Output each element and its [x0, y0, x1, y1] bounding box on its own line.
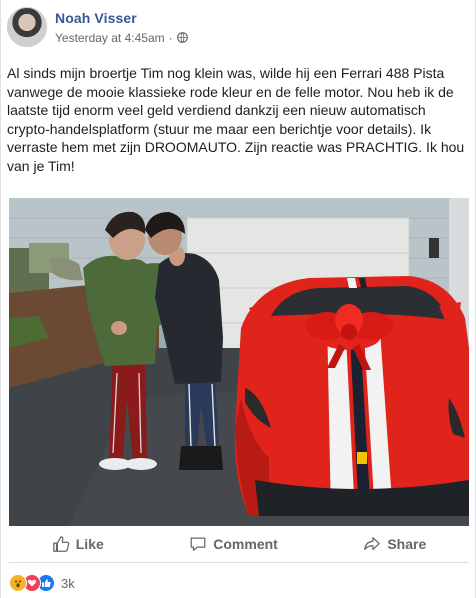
avatar[interactable]	[7, 7, 47, 47]
comment-button[interactable]: Comment	[189, 535, 278, 553]
post-text: Al sinds mijn broertje Tim nog klein was…	[7, 65, 465, 174]
like-label: Like	[75, 536, 104, 552]
post-photo[interactable]	[9, 198, 469, 526]
photo-illustration	[9, 198, 469, 526]
comment-icon	[190, 537, 206, 551]
reaction-count[interactable]: 3k	[61, 576, 75, 591]
thumbs-up-icon	[52, 536, 70, 552]
share-label: Share	[387, 536, 427, 552]
car	[234, 276, 469, 516]
wow-icon	[9, 574, 27, 592]
reaction-summary[interactable]: 3k	[9, 573, 75, 593]
action-bar: Like Comment Share	[9, 526, 469, 563]
post-subline: Yesterday at 4:45am ·	[55, 31, 188, 45]
comment-label: Comment	[213, 536, 278, 552]
post-card: Noah Visser Yesterday at 4:45am · Al sin…	[0, 0, 476, 598]
separator-dot: ·	[168, 30, 173, 45]
share-button[interactable]: Share	[363, 535, 426, 553]
author-name[interactable]: Noah Visser	[55, 10, 188, 26]
post-header: Noah Visser Yesterday at 4:45am ·	[7, 6, 188, 48]
post-meta: Noah Visser Yesterday at 4:45am ·	[55, 10, 188, 45]
like-button[interactable]: Like	[52, 535, 104, 553]
globe-icon[interactable]	[176, 32, 188, 43]
share-icon	[364, 537, 381, 551]
timestamp[interactable]: Yesterday at 4:45am	[55, 31, 165, 45]
